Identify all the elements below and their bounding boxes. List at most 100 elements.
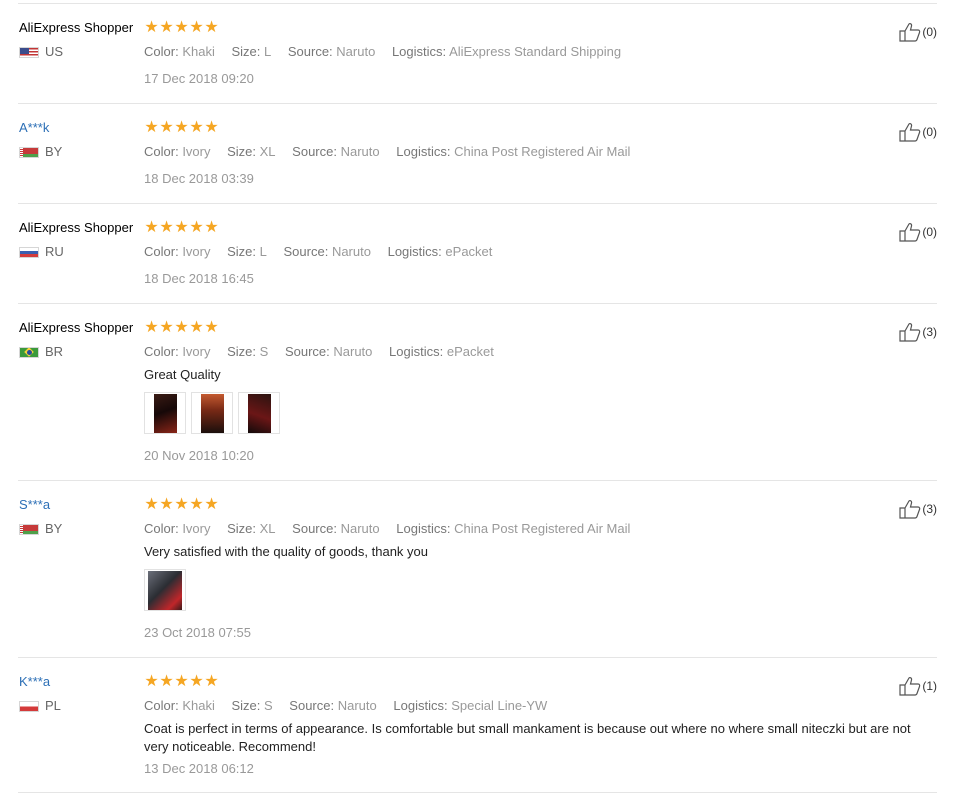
helpful-button[interactable]: (0)	[899, 121, 937, 143]
star-icon: ★	[204, 117, 219, 136]
helpful-count: (0)	[922, 25, 937, 39]
review-date: 20 Nov 2018 10:20	[144, 448, 254, 463]
attr-color: Color: Ivory	[144, 144, 211, 159]
reviewer-name[interactable]: A***k	[19, 119, 143, 137]
attr-size: Size: XL	[227, 144, 276, 159]
star-icon: ★	[159, 317, 174, 336]
star-icon: ★	[174, 671, 189, 690]
review-photos	[144, 392, 285, 434]
star-icon: ★	[189, 671, 204, 690]
helpful-button[interactable]: (3)	[899, 321, 937, 343]
star-icon: ★	[174, 317, 189, 336]
country-code: PL	[45, 698, 61, 713]
star-icon: ★	[189, 17, 204, 36]
review-photo-thumbnail[interactable]	[238, 392, 280, 434]
order-attributes: Color: Khaki Size: S Source: Naruto Logi…	[144, 697, 560, 715]
star-icon: ★	[204, 217, 219, 236]
star-icon: ★	[174, 17, 189, 36]
helpful-count: (3)	[922, 502, 937, 516]
attr-source: Source: Naruto	[287, 44, 376, 59]
review-date: 17 Dec 2018 09:20	[144, 71, 254, 86]
reviewer-country: US	[19, 44, 143, 60]
attr-logistics: Logistics: China Post Registered Air Mai…	[396, 144, 631, 159]
reviewer-country: BY	[19, 521, 143, 537]
reviewer-country: BY	[19, 144, 143, 160]
star-icon: ★	[144, 494, 159, 513]
order-attributes: Color: Ivory Size: S Source: Naruto Logi…	[144, 343, 507, 361]
pl-flag-icon	[19, 700, 39, 712]
attr-color: Color: Ivory	[144, 521, 211, 536]
attr-logistics: Logistics: Special Line-YW	[393, 698, 548, 713]
order-attributes: Color: Ivory Size: L Source: Naruto Logi…	[144, 243, 505, 261]
star-icon: ★	[204, 17, 219, 36]
by-flag-icon	[19, 523, 39, 535]
review-item: K***a PL ★ ★ ★ ★ ★ Color: Khaki Size: S …	[18, 658, 937, 793]
reviewer-info: A***k BY	[19, 119, 143, 160]
star-icon: ★	[189, 117, 204, 136]
star-icon: ★	[174, 494, 189, 513]
reviewer-country: RU	[19, 244, 143, 260]
star-icon: ★	[144, 217, 159, 236]
attr-source: Source: Naruto	[284, 344, 373, 359]
review-date: 23 Oct 2018 07:55	[144, 625, 251, 640]
review-photo-thumbnail[interactable]	[144, 392, 186, 434]
reviewer-info: AliExpress Shopper US	[19, 19, 143, 60]
attr-source: Source: Naruto	[283, 244, 371, 259]
review-photo-thumbnail[interactable]	[144, 569, 186, 611]
review-text: Great Quality	[144, 367, 221, 382]
us-flag-icon	[19, 46, 39, 58]
thumbs-up-icon	[899, 323, 921, 342]
review-date: 18 Dec 2018 16:45	[144, 271, 254, 286]
star-icon: ★	[174, 117, 189, 136]
attr-source: Source: Naruto	[292, 521, 380, 536]
star-icon: ★	[189, 317, 204, 336]
star-icon: ★	[144, 117, 159, 136]
helpful-button[interactable]: (3)	[899, 498, 937, 520]
attr-color: Color: Khaki	[144, 698, 215, 713]
star-icon: ★	[159, 494, 174, 513]
star-rating: ★ ★ ★ ★ ★	[144, 673, 219, 690]
attr-source: Source: Naruto	[289, 698, 377, 713]
review-date: 13 Dec 2018 06:12	[144, 761, 254, 776]
country-code: BY	[45, 144, 63, 159]
helpful-count: (0)	[922, 225, 937, 239]
helpful-button[interactable]: (0)	[899, 21, 937, 43]
attr-color: Color: Khaki	[144, 44, 215, 59]
reviewer-name: AliExpress Shopper	[19, 220, 134, 235]
review-photo-thumbnail[interactable]	[191, 392, 233, 434]
helpful-button[interactable]: (1)	[899, 675, 937, 697]
country-code: BY	[45, 521, 63, 536]
ru-flag-icon	[19, 246, 39, 258]
helpful-button[interactable]: (0)	[899, 221, 937, 243]
review-photos	[144, 569, 191, 611]
attr-logistics: Logistics: ePacket	[389, 344, 494, 359]
attr-size: Size: XL	[227, 521, 276, 536]
reviewer-country: PL	[19, 698, 143, 714]
star-icon: ★	[144, 671, 159, 690]
thumbs-up-icon	[899, 223, 921, 242]
star-icon: ★	[144, 17, 159, 36]
star-rating: ★ ★ ★ ★ ★	[144, 19, 219, 36]
star-rating: ★ ★ ★ ★ ★	[144, 219, 219, 236]
attr-size: Size: L	[227, 244, 267, 259]
helpful-count: (1)	[922, 679, 937, 693]
review-item: S***a BY ★ ★ ★ ★ ★ Color: Ivory Size: XL…	[18, 481, 937, 658]
review-text: Coat is perfect in terms of appearance. …	[144, 721, 911, 754]
reviewer-name: AliExpress Shopper	[19, 20, 134, 35]
reviewer-country: BR	[19, 344, 143, 360]
thumbs-up-icon	[899, 123, 921, 142]
review-item: A***k BY ★ ★ ★ ★ ★ Color: Ivory Size: XL…	[18, 104, 937, 204]
attr-source: Source: Naruto	[292, 144, 380, 159]
thumbs-up-icon	[899, 677, 921, 696]
star-icon: ★	[174, 217, 189, 236]
review-item: AliExpress Shopper RU ★ ★ ★ ★ ★ Color: I…	[18, 204, 937, 304]
reviewer-name[interactable]: K***a	[19, 673, 143, 691]
star-icon: ★	[189, 217, 204, 236]
star-icon: ★	[144, 317, 159, 336]
star-icon: ★	[159, 671, 174, 690]
star-icon: ★	[204, 317, 219, 336]
reviewer-info: AliExpress Shopper RU	[19, 219, 143, 260]
reviewer-name[interactable]: S***a	[19, 496, 143, 514]
attr-color: Color: Ivory	[144, 244, 211, 259]
thumbs-up-icon	[899, 500, 921, 519]
